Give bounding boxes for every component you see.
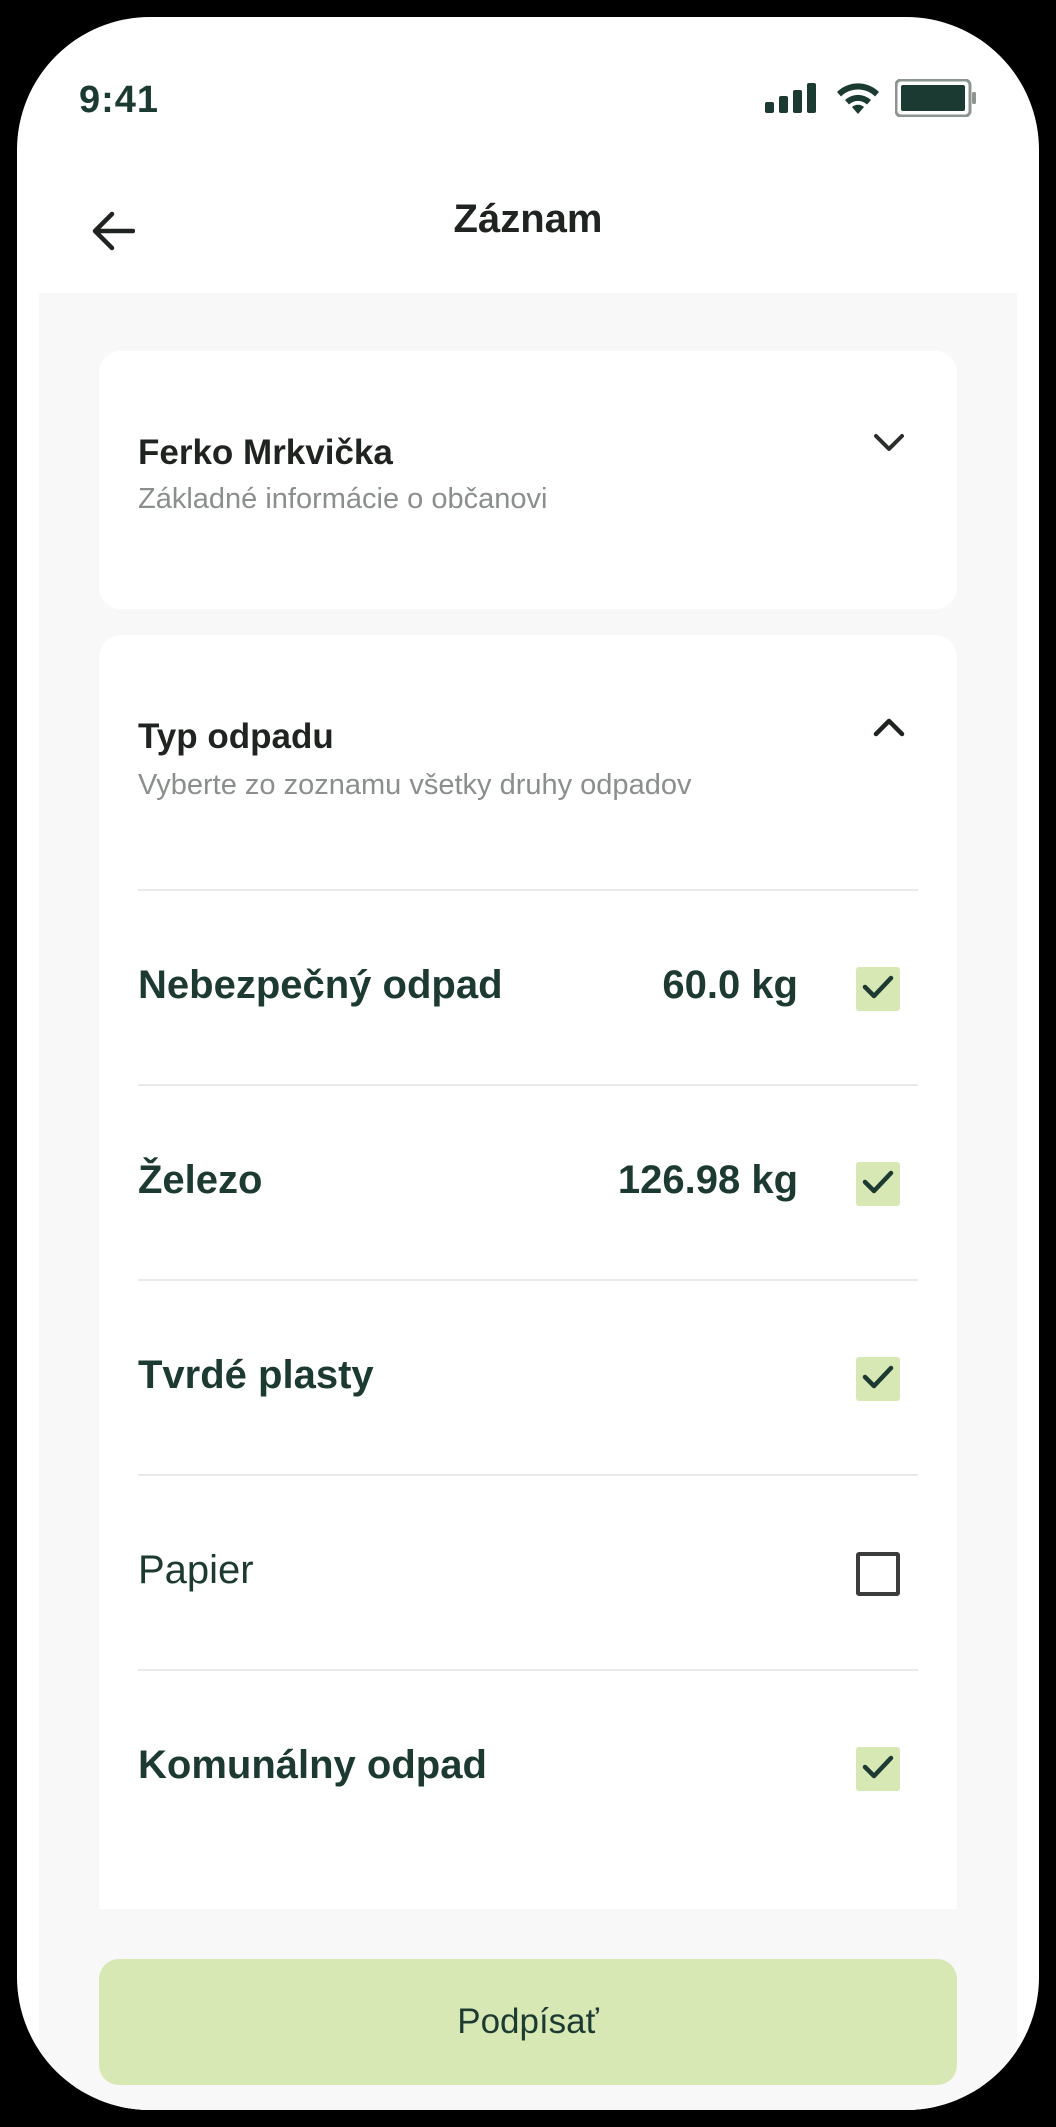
status-icons — [765, 78, 977, 122]
page-title: Záznam — [453, 197, 603, 241]
expand-citizen-button[interactable] — [871, 427, 907, 463]
waste-row-tvrde-plasty[interactable]: Tvrdé plasty — [138, 1279, 918, 1474]
checkmark-icon — [862, 1170, 894, 1199]
waste-row-nebezpecny[interactable]: Nebezpečný odpad 60.0 kg — [138, 889, 918, 1084]
waste-checkbox[interactable] — [856, 1162, 900, 1206]
waste-type-title: Typ odpadu — [138, 717, 334, 756]
waste-label: Železo — [138, 1158, 263, 1202]
sign-button[interactable]: Podpísať — [99, 1959, 957, 2085]
waste-label: Tvrdé plasty — [138, 1353, 374, 1397]
waste-row-zelezo[interactable]: Železo 126.98 kg — [138, 1084, 918, 1279]
waste-checkbox[interactable] — [856, 1552, 900, 1596]
waste-row-komunalny[interactable]: Komunálny odpad — [138, 1669, 918, 1864]
screen: 9:41 Záznam Ferko Mrkvička Základné info… — [17, 17, 1039, 2110]
collapse-waste-button[interactable] — [871, 711, 907, 747]
waste-row-papier[interactable]: Papier — [138, 1474, 918, 1669]
footer: Podpísať — [39, 1909, 1017, 2110]
citizen-name: Ferko Mrkvička — [138, 433, 393, 472]
waste-label: Nebezpečný odpad — [138, 963, 503, 1007]
waste-checkbox[interactable] — [856, 967, 900, 1011]
phone-frame: 9:41 Záznam Ferko Mrkvička Základné info… — [0, 0, 1056, 2127]
wifi-icon — [835, 81, 881, 120]
checkmark-icon — [862, 975, 894, 1004]
checkmark-icon — [862, 1755, 894, 1784]
waste-checkbox[interactable] — [856, 1747, 900, 1791]
waste-label: Komunálny odpad — [138, 1743, 487, 1787]
waste-type-card: Typ odpadu Vyberte zo zoznamu všetky dru… — [99, 635, 957, 2110]
waste-list: Nebezpečný odpad 60.0 kg Železo 126.98 k… — [138, 889, 918, 1864]
chevron-up-icon — [873, 717, 905, 742]
chevron-down-icon — [873, 433, 905, 458]
citizen-info-card[interactable]: Ferko Mrkvička Základné informácie o obč… — [99, 351, 957, 609]
waste-weight: 126.98 kg — [617, 1158, 798, 1202]
waste-checkbox[interactable] — [856, 1357, 900, 1401]
waste-weight: 60.0 kg — [662, 963, 798, 1007]
checkmark-icon — [862, 1365, 894, 1394]
waste-type-subtitle: Vyberte zo zoznamu všetky druhy odpadov — [138, 769, 692, 801]
content-area: Ferko Mrkvička Základné informácie o obč… — [39, 293, 1017, 2110]
status-time: 9:41 — [79, 79, 160, 121]
waste-label: Papier — [138, 1548, 254, 1592]
citizen-subtitle: Základné informácie o občanovi — [138, 483, 548, 515]
signal-icon — [765, 82, 821, 118]
battery-icon — [894, 78, 977, 122]
